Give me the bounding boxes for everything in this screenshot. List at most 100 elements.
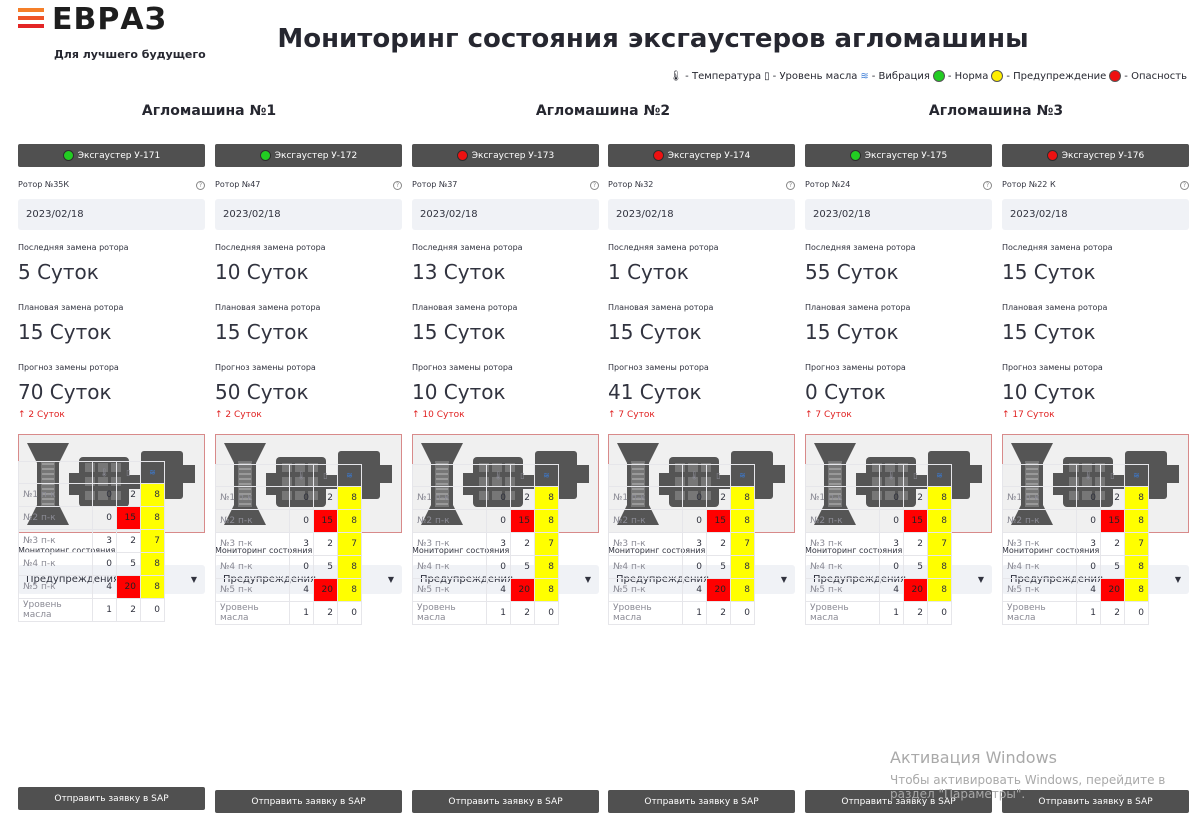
legend-danger: - Опасность	[1124, 70, 1187, 82]
planned-change-label: Плановая замена ротора	[18, 303, 124, 312]
rotor-label: Ротор №24	[805, 180, 851, 189]
thermometer-icon: 🌡	[879, 464, 904, 487]
planned-change-label: Плановая замена ротора	[1002, 303, 1108, 312]
help-icon[interactable]: ?	[1180, 181, 1189, 190]
send-sap-button[interactable]: Отправить заявку в SAP	[18, 787, 205, 810]
forecast-label: Прогноз замены ротора	[412, 363, 513, 372]
temperature-cell: 0	[1076, 486, 1101, 510]
rotor-date-input[interactable]: 2023/02/18	[215, 199, 402, 230]
vibration-cell: 8	[534, 509, 559, 533]
page-header: ЕВРАЗ Для лучшего будущего Мониторинг со…	[0, 0, 1199, 95]
oil-cell: 5	[116, 552, 141, 576]
temperature-cell: 0	[879, 509, 904, 533]
legend-oil: - Уровень масла	[772, 70, 858, 82]
oil-cell: 2	[116, 598, 141, 622]
planned-change-value: 15 Суток	[608, 320, 702, 344]
table-header-row: 🌡 ▯ ≋	[805, 464, 952, 487]
table-row: №2 п-к 0 15 8	[805, 509, 952, 533]
temperature-cell: 1	[682, 601, 707, 625]
send-sap-button[interactable]: Отправить заявку в SAP	[215, 790, 402, 813]
help-icon[interactable]: ?	[590, 181, 599, 190]
vibration-cell: 0	[337, 601, 362, 625]
oil-cell: 20	[116, 575, 141, 599]
oil-cell: 2	[903, 486, 928, 510]
temperature-cell: 4	[682, 578, 707, 602]
exhauster-button[interactable]: Эксгаустер У-174	[608, 144, 795, 167]
table-row: №4 п-к 0 5 8	[608, 555, 755, 579]
send-sap-button[interactable]: Отправить заявку в SAP	[608, 790, 795, 813]
forecast-delta: ↑ 10 Суток	[412, 410, 465, 420]
table-corner	[805, 464, 880, 487]
rotor-date-input[interactable]: 2023/02/18	[18, 199, 205, 230]
help-icon[interactable]: ?	[393, 181, 402, 190]
temperature-cell: 1	[1076, 601, 1101, 625]
temperature-cell: 1	[289, 601, 314, 625]
oil-level-icon: ▯	[1100, 464, 1125, 487]
send-sap-button[interactable]: Отправить заявку в SAP	[412, 790, 599, 813]
oil-cell: 2	[903, 532, 928, 556]
table-row: №5 п-к 4 20 8	[608, 578, 755, 602]
exhauster-column: Эксгаустер У-175 Ротор №24? 2023/02/18 Посл…	[805, 144, 992, 819]
status-dot-icon	[849, 150, 861, 161]
vibration-cell: 8	[337, 486, 362, 510]
oil-level-icon: ▯	[764, 70, 770, 82]
temperature-cell: 3	[682, 532, 707, 556]
table-row: №3 п-к 3 2 7	[18, 529, 165, 553]
row-header: №4 п-к	[805, 555, 880, 579]
table-corner	[215, 464, 290, 487]
machine-title-3: Агломашина №3	[928, 103, 1064, 119]
vibration-cell: 0	[730, 601, 755, 625]
exhauster-name: Эксгаустер У-172	[274, 150, 358, 161]
oil-level-icon: ▯	[313, 464, 338, 487]
oil-cell: 5	[903, 555, 928, 579]
row-header: №3 п-к	[1002, 532, 1077, 556]
oil-cell: 2	[510, 486, 535, 510]
oil-cell: 5	[706, 555, 731, 579]
last-change-label: Последняя замена ротора	[608, 243, 719, 252]
rotor-date-input[interactable]: 2023/02/18	[412, 199, 599, 230]
exhauster-button[interactable]: Эксгаустер У-175	[805, 144, 992, 167]
row-header: №5 п-к	[608, 578, 683, 602]
forecast-delta: ↑ 17 Суток	[1002, 410, 1055, 420]
rotor-date-input[interactable]: 2023/02/18	[1002, 199, 1189, 230]
exhauster-button[interactable]: Эксгаустер У-176	[1002, 144, 1189, 167]
temperature-cell: 4	[1076, 578, 1101, 602]
vibration-icon: ≋	[534, 464, 559, 487]
oil-cell: 2	[313, 532, 338, 556]
help-icon[interactable]: ?	[983, 181, 992, 190]
status-dot-icon	[456, 150, 468, 161]
row-header: №1 п-к	[412, 486, 487, 510]
temperature-cell: 0	[879, 555, 904, 579]
chevron-down-icon: ▼	[387, 575, 394, 584]
exhauster-button[interactable]: Эксгаустер У-171	[18, 144, 205, 167]
exhauster-button[interactable]: Эксгаустер У-172	[215, 144, 402, 167]
table-corner	[608, 464, 683, 487]
last-change-value: 55 Суток	[805, 260, 899, 284]
legend-warning: - Предупреждение	[1006, 70, 1107, 82]
help-icon[interactable]: ?	[786, 181, 795, 190]
row-header: №2 п-к	[1002, 509, 1077, 533]
oil-cell: 20	[510, 578, 535, 602]
table-row: Уровень масла 1 2 0	[412, 601, 559, 625]
table-row: Уровень масла 1 2 0	[608, 601, 755, 625]
table-row: №1 п-к 0 2 8	[18, 483, 165, 507]
row-header: №5 п-к	[18, 575, 93, 599]
windows-activation-text: Чтобы активировать Windows, перейдите в …	[890, 773, 1165, 801]
oil-cell: 2	[903, 601, 928, 625]
vibration-cell: 8	[927, 486, 952, 510]
table-row: №1 п-к 0 2 8	[608, 486, 755, 510]
rotor-date-input[interactable]: 2023/02/18	[608, 199, 795, 230]
row-header: №5 п-к	[1002, 578, 1077, 602]
temperature-cell: 3	[879, 532, 904, 556]
table-header-row: 🌡 ▯ ≋	[18, 461, 165, 484]
sensor-table: 🌡 ▯ ≋ №1 п-к 0 2 8 №2 п-к 0 15 8 №3 п-к 3 2 7 №4 п-к 0 5 8…	[18, 461, 165, 622]
help-icon[interactable]: ?	[196, 181, 205, 190]
exhauster-button[interactable]: Эксгаустер У-173	[412, 144, 599, 167]
planned-change-label: Плановая замена ротора	[805, 303, 911, 312]
rotor-date-input[interactable]: 2023/02/18	[805, 199, 992, 230]
oil-cell: 2	[313, 601, 338, 625]
oil-cell: 2	[706, 532, 731, 556]
rotor-label: Ротор №32	[608, 180, 654, 189]
vibration-cell: 8	[140, 483, 165, 507]
planned-change-value: 15 Суток	[18, 320, 112, 344]
